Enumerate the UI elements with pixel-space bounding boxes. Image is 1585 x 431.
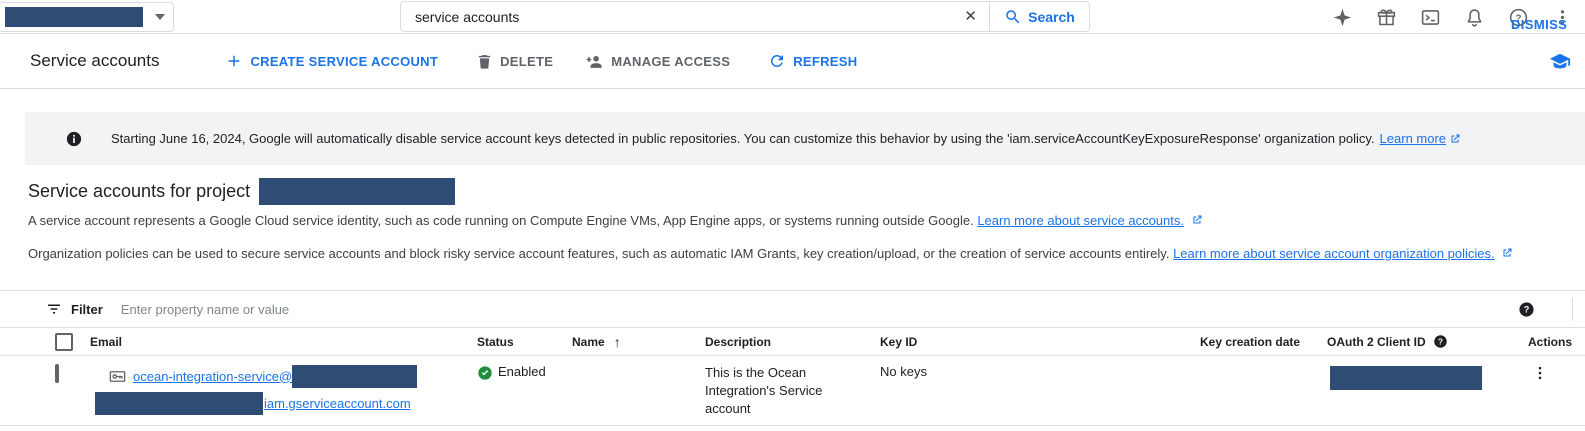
column-header-key-creation-date: Key creation date xyxy=(1180,335,1315,349)
service-account-key-icon xyxy=(108,367,127,386)
column-header-description: Description xyxy=(695,335,865,349)
redacted-project-id xyxy=(259,178,455,205)
person-add-icon xyxy=(585,52,604,71)
search-button[interactable]: Search xyxy=(990,1,1090,32)
page-toolbar: Service accounts CREATE SERVICE ACCOUNT … xyxy=(0,34,1585,89)
dismiss-button[interactable]: DISMISS xyxy=(1511,17,1567,32)
refresh-icon xyxy=(768,52,786,70)
redacted-project-name xyxy=(5,7,143,27)
filter-help-icon[interactable]: ? xyxy=(1518,301,1535,318)
trash-icon xyxy=(476,53,493,70)
column-header-key-id: Key ID xyxy=(865,335,1180,349)
section-heading-text: Service accounts for project xyxy=(28,181,250,202)
select-all-checkbox[interactable] xyxy=(55,333,73,351)
email-cell: ocean-integration-service@ iam.gservicea… xyxy=(80,356,465,425)
redacted-oauth-client-id xyxy=(1330,366,1482,390)
info-icon xyxy=(65,130,83,148)
column-header-email: Email xyxy=(80,335,465,349)
column-header-status: Status xyxy=(465,335,560,349)
column-header-actions: Actions xyxy=(1510,335,1585,349)
banner-message: Starting June 16, 2024, Google will auto… xyxy=(111,131,1375,146)
status-text: Enabled xyxy=(498,364,546,379)
more-vertical-icon xyxy=(1531,364,1549,382)
manage-access-label: MANAGE ACCESS xyxy=(611,54,730,69)
column-header-name[interactable]: Name ↑ xyxy=(560,334,695,350)
header-checkbox-cell xyxy=(0,333,80,351)
search-bar: ✕ Search xyxy=(400,1,1090,32)
redacted-email-part xyxy=(292,365,417,388)
filter-input[interactable] xyxy=(119,301,1319,318)
refresh-label: REFRESH xyxy=(793,54,857,69)
enabled-check-icon xyxy=(477,365,493,381)
external-link-icon xyxy=(1501,247,1513,259)
table-filter-bar: Filter ? xyxy=(0,290,1585,327)
table-row: ocean-integration-service@ iam.gservicea… xyxy=(0,356,1585,426)
filter-icon xyxy=(45,300,63,318)
sort-ascending-icon: ↑ xyxy=(614,334,621,350)
search-input[interactable] xyxy=(401,9,952,25)
actions-cell xyxy=(1510,356,1585,425)
create-service-account-button[interactable]: CREATE SERVICE ACCOUNT xyxy=(225,52,438,70)
row-checkbox[interactable] xyxy=(55,364,59,383)
table-header-row: Email Status Name ↑ Description Key ID K… xyxy=(0,327,1585,356)
top-bar: ✕ Search ? xyxy=(0,0,1585,34)
intro-paragraph: A service account represents a Google Cl… xyxy=(28,213,1203,228)
chevron-down-icon xyxy=(155,14,165,20)
external-link-icon xyxy=(1191,214,1203,226)
refresh-button[interactable]: REFRESH xyxy=(768,52,857,70)
delete-button[interactable]: DELETE xyxy=(476,53,553,70)
name-cell xyxy=(560,356,695,425)
redacted-email-part xyxy=(95,392,263,415)
manage-access-button[interactable]: MANAGE ACCESS xyxy=(585,52,730,71)
row-checkbox-cell xyxy=(0,356,80,425)
email-line-1: ocean-integration-service@ xyxy=(80,364,465,388)
service-account-email-link[interactable]: ocean-integration-service@ xyxy=(133,369,292,384)
oauth-help-icon[interactable]: ? xyxy=(1433,334,1448,349)
section-heading: Service accounts for project xyxy=(28,178,455,205)
intro-text: A service account represents a Google Cl… xyxy=(28,213,974,228)
clear-search-icon[interactable]: ✕ xyxy=(952,1,989,32)
gemini-sparkle-icon[interactable] xyxy=(1332,7,1353,28)
oauth2-client-id-cell xyxy=(1315,356,1510,425)
plus-icon xyxy=(225,52,243,70)
column-header-oauth2-client-id: OAuth 2 Client ID ? xyxy=(1315,334,1510,349)
delete-label: DELETE xyxy=(500,54,553,69)
org-policy-paragraph: Organization policies can be used to sec… xyxy=(28,246,1513,261)
svg-text:?: ? xyxy=(1438,337,1443,346)
info-banner: Starting June 16, 2024, Google will auto… xyxy=(25,112,1585,165)
filter-label: Filter xyxy=(71,302,103,317)
key-creation-date-cell xyxy=(1180,356,1315,425)
external-link-icon xyxy=(1449,133,1461,145)
banner-learn-more-link[interactable]: Learn more xyxy=(1380,131,1446,146)
service-account-domain-link[interactable]: iam.gserviceaccount.com xyxy=(264,396,411,411)
search-icon xyxy=(1004,8,1022,26)
learn-graduation-cap-icon[interactable] xyxy=(1549,51,1571,73)
learn-more-org-policies-link[interactable]: Learn more about service account organiz… xyxy=(1173,246,1495,261)
row-actions-menu-button[interactable] xyxy=(1531,364,1549,385)
gift-icon[interactable] xyxy=(1376,7,1397,28)
project-selector[interactable] xyxy=(0,2,174,32)
svg-text:?: ? xyxy=(1524,305,1530,315)
description-cell: This is the Ocean Integration's Service … xyxy=(695,356,845,425)
divider xyxy=(1572,298,1573,321)
org-policy-text: Organization policies can be used to sec… xyxy=(28,246,1169,261)
key-id-cell: No keys xyxy=(865,356,1180,425)
notifications-bell-icon[interactable] xyxy=(1464,7,1485,28)
search-button-label: Search xyxy=(1028,9,1075,25)
email-line-2: iam.gserviceaccount.com xyxy=(80,391,465,415)
cloud-shell-icon[interactable] xyxy=(1420,7,1441,28)
status-cell: Enabled xyxy=(465,356,560,425)
page-title: Service accounts xyxy=(30,51,159,71)
create-service-account-label: CREATE SERVICE ACCOUNT xyxy=(250,54,438,69)
search-input-box: ✕ xyxy=(400,1,990,32)
learn-more-service-accounts-link[interactable]: Learn more about service accounts. xyxy=(977,213,1184,228)
